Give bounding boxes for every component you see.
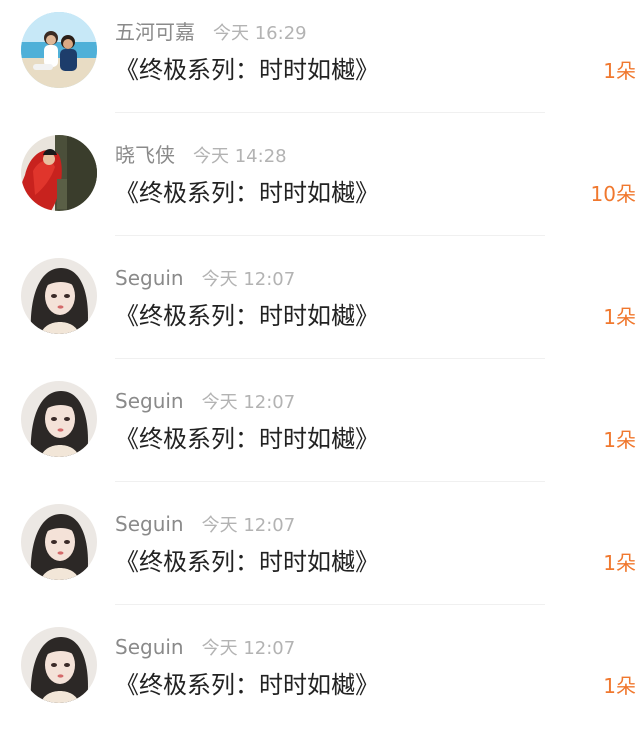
gift-count: 1朵 xyxy=(603,59,636,83)
user-name[interactable]: Seguin xyxy=(115,266,184,290)
timestamp: 今天 14:28 xyxy=(193,146,287,167)
user-name[interactable]: Seguin xyxy=(115,512,184,536)
user-name[interactable]: Seguin xyxy=(115,635,184,659)
gift-count: 1朵 xyxy=(603,305,636,329)
divider xyxy=(115,604,545,605)
gift-record-list: 五河可嘉 今天 16:29 《终极系列：时时如樾》 1朵 晓飞侠 今天 14:28 … xyxy=(0,0,640,708)
user-name[interactable]: 晓飞侠 xyxy=(115,143,175,167)
list-item[interactable]: Seguin 今天 12:07 《终极系列：时时如樾》 1朵 xyxy=(0,492,640,615)
gift-count: 1朵 xyxy=(603,428,636,452)
divider xyxy=(115,481,545,482)
gift-name: 《终极系列：时时如樾》 xyxy=(115,671,379,699)
anime-girl-avatar-icon xyxy=(21,381,97,457)
beach-couple-avatar-icon xyxy=(21,12,97,88)
user-name[interactable]: 五河可嘉 xyxy=(115,20,195,44)
gift-name: 《终极系列：时时如樾》 xyxy=(115,548,379,576)
avatar[interactable] xyxy=(21,504,97,580)
gift-count: 1朵 xyxy=(603,674,636,698)
divider xyxy=(115,235,545,236)
list-item[interactable]: 五河可嘉 今天 16:29 《终极系列：时时如樾》 1朵 xyxy=(0,0,640,123)
gift-count: 1朵 xyxy=(603,551,636,575)
avatar[interactable] xyxy=(21,12,97,88)
timestamp: 今天 12:07 xyxy=(201,392,296,413)
divider xyxy=(115,358,545,359)
anime-girl-avatar-icon xyxy=(21,258,97,334)
avatar[interactable] xyxy=(21,135,97,211)
list-item[interactable]: 晓飞侠 今天 14:28 《终极系列：时时如樾》 10朵 xyxy=(0,123,640,246)
avatar[interactable] xyxy=(21,258,97,334)
list-item[interactable]: Seguin 今天 12:07 《终极系列：时时如樾》 1朵 xyxy=(0,615,640,738)
gift-name: 《终极系列：时时如樾》 xyxy=(115,302,379,330)
gift-name: 《终极系列：时时如樾》 xyxy=(115,425,379,453)
timestamp: 今天 12:07 xyxy=(201,638,296,659)
red-costume-avatar-icon xyxy=(21,135,97,211)
avatar[interactable] xyxy=(21,627,97,703)
anime-girl-avatar-icon xyxy=(21,504,97,580)
anime-girl-avatar-icon xyxy=(21,627,97,703)
divider xyxy=(115,112,545,113)
list-item[interactable]: Seguin 今天 12:07 《终极系列：时时如樾》 1朵 xyxy=(0,369,640,492)
gift-name: 《终极系列：时时如樾》 xyxy=(115,56,379,84)
avatar[interactable] xyxy=(21,381,97,457)
user-name[interactable]: Seguin xyxy=(115,389,184,413)
gift-name: 《终极系列：时时如樾》 xyxy=(115,179,379,207)
timestamp: 今天 12:07 xyxy=(201,515,296,536)
gift-count: 10朵 xyxy=(590,182,636,206)
timestamp: 今天 12:07 xyxy=(201,269,296,290)
list-item[interactable]: Seguin 今天 12:07 《终极系列：时时如樾》 1朵 xyxy=(0,246,640,369)
timestamp: 今天 16:29 xyxy=(213,23,307,44)
